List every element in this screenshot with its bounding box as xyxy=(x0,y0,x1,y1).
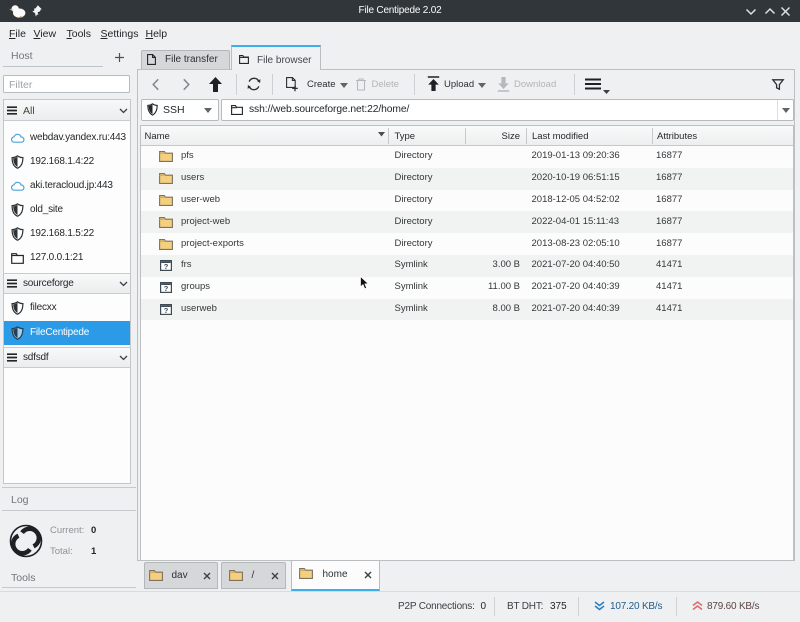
svg-text:?: ? xyxy=(163,306,168,315)
svg-text:?: ? xyxy=(163,284,168,293)
svg-text:?: ? xyxy=(163,262,168,271)
